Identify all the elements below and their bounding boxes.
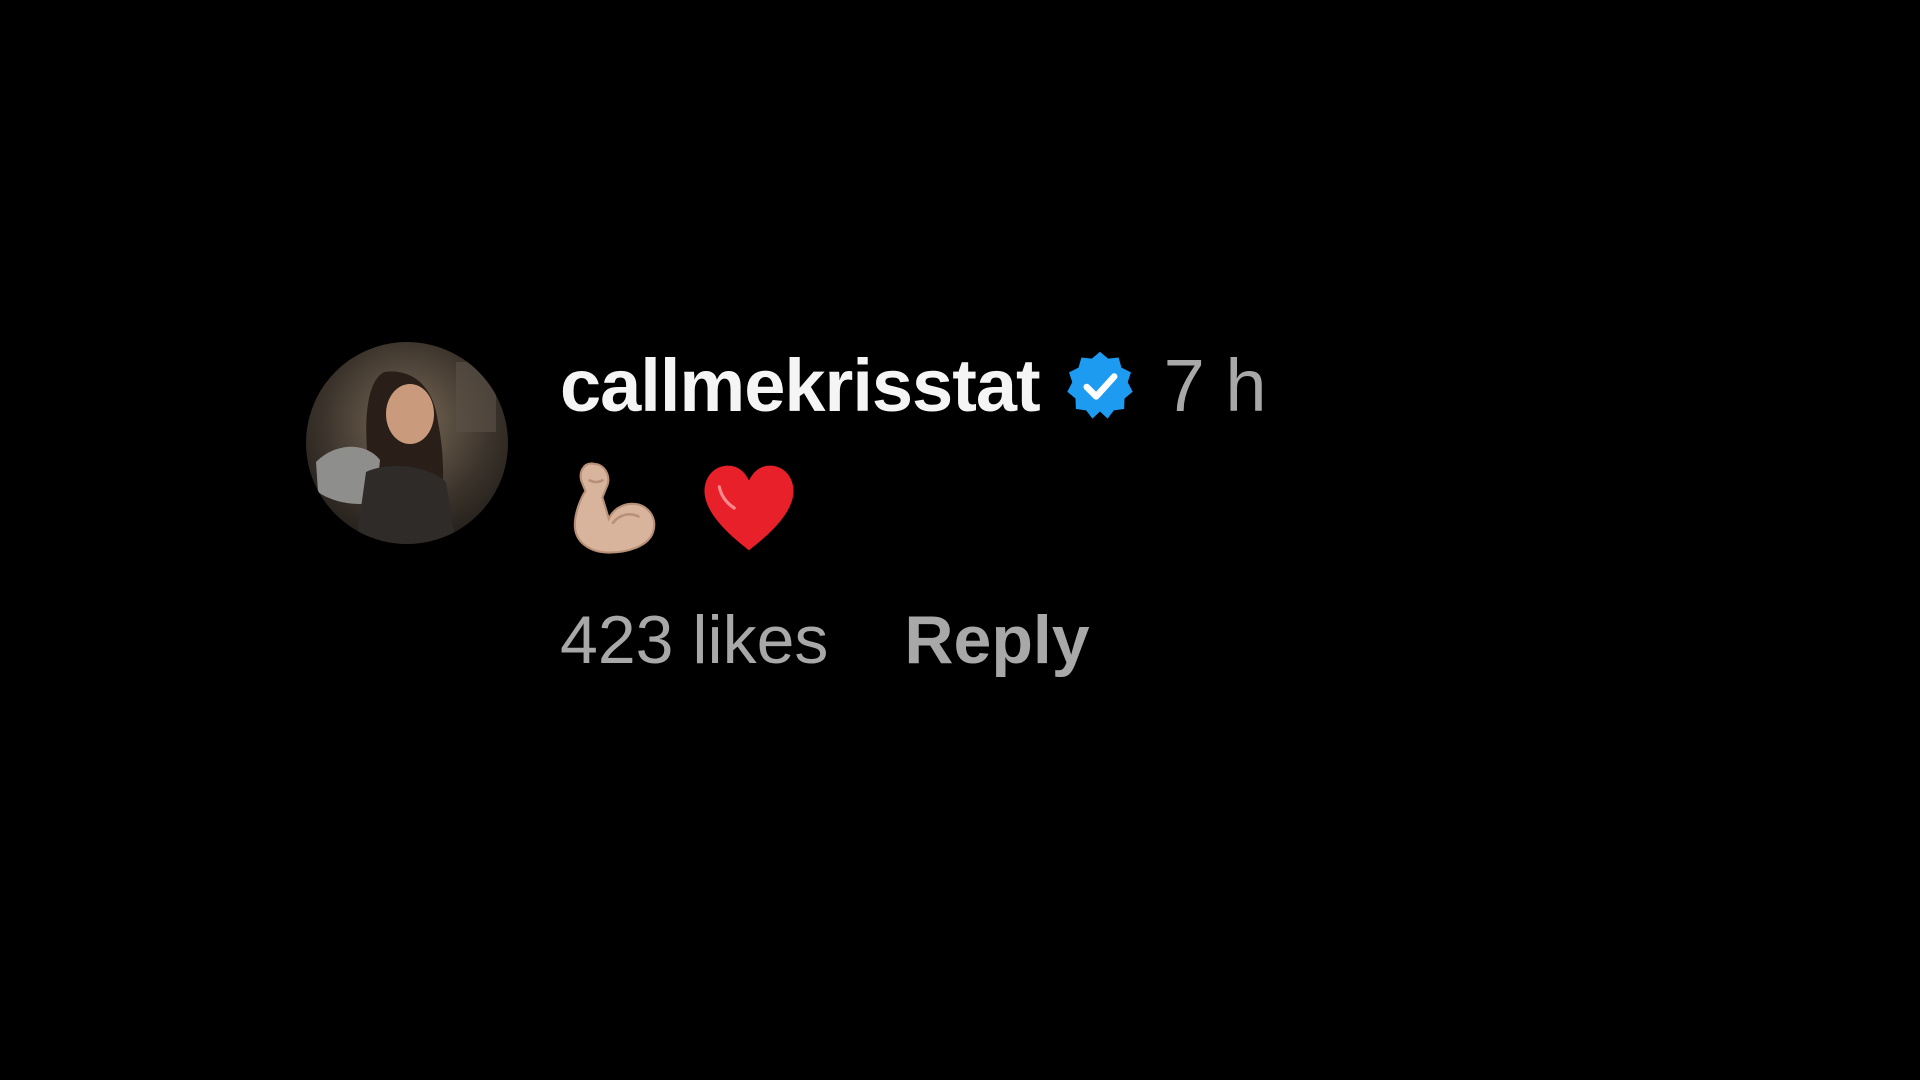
red-heart-icon [696,455,802,561]
likes-count-button[interactable]: 423 likes [560,606,828,674]
comment-text [560,448,1267,568]
comment-header: callmekrisstat 7 h [560,326,1267,446]
reply-button[interactable]: Reply [904,606,1089,674]
comment-actions: 423 likes Reply [560,606,1267,674]
flexed-biceps-icon [560,455,666,561]
comment-body: callmekrisstat 7 h 423 likes Reply [560,342,1267,675]
avatar-image [306,342,508,544]
username[interactable]: callmekrisstat [560,349,1041,423]
avatar[interactable] [306,342,508,544]
timestamp: 7 h [1163,344,1267,427]
verified-badge-icon [1062,348,1138,424]
comment-item: callmekrisstat 7 h 423 likes Reply [306,342,1267,674]
comment-screen: callmekrisstat 7 h 423 likes Reply [0,0,1920,1080]
